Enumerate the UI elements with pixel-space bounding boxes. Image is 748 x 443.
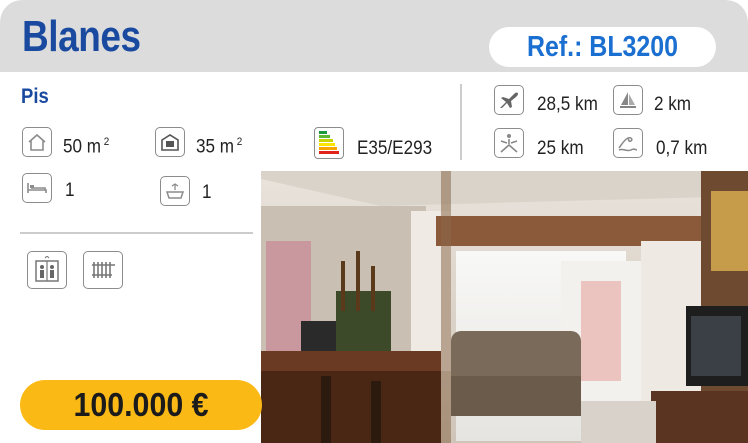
port-distance: 2 km [654,94,692,115]
beach-distance: 0,7 km [656,138,708,159]
beach-wave-icon [613,128,643,158]
vertical-divider [460,84,462,160]
house-area-icon [22,127,52,157]
radiator-icon [83,251,123,289]
property-card[interactable]: Blanes Ref.: BL3200 Pis 50 m2 35 m2 E35/… [0,0,748,443]
reference-text: Ref.: BL3200 [526,31,679,63]
floor-plan-icon [155,127,185,157]
bathrooms-value: 1 [202,182,212,203]
useful-area-value: 35 m2 [196,136,243,158]
sailboat-icon [613,85,643,115]
price-value: 100.000 € [73,386,209,423]
elevator-icon [27,251,67,289]
bathtub-icon [160,176,190,206]
bedrooms-value: 1 [65,180,75,201]
reference-badge: Ref.: BL3200 [489,27,716,67]
ski-distance: 25 km [537,138,584,159]
built-area-value: 50 m2 [63,136,110,158]
price-badge: 100.000 € [20,380,262,430]
airplane-icon [494,85,524,115]
town-title: Blanes [22,12,141,61]
energy-rating-value: E35/E293 [357,138,433,159]
interior-photo[interactable] [261,171,748,443]
horizontal-divider [20,232,253,234]
card-header: Blanes Ref.: BL3200 [0,0,748,72]
airport-distance: 28,5 km [537,94,598,115]
property-type: Pis [21,85,49,108]
ski-icon [494,128,524,158]
energy-rating-icon [314,127,344,159]
bed-icon [22,173,52,203]
